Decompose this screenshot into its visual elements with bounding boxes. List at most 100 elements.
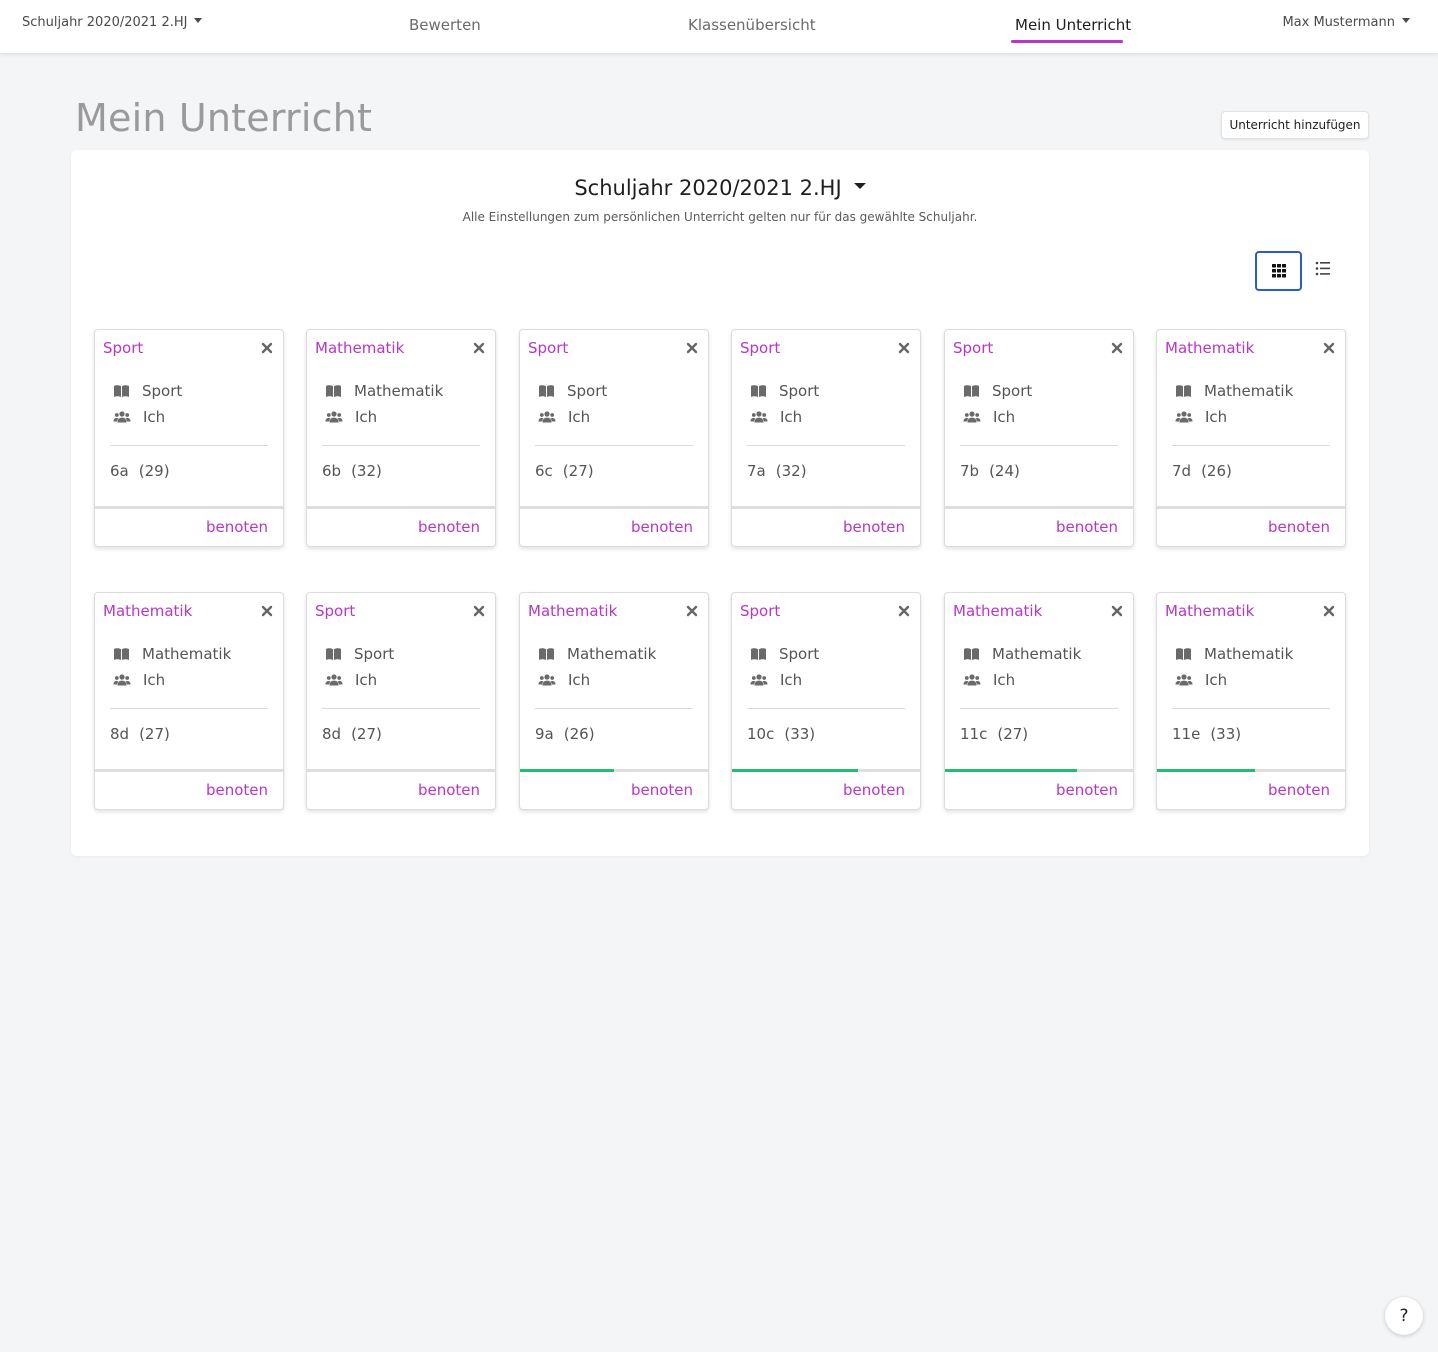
card-title[interactable]: Sport (528, 339, 568, 357)
card-teacher-row: Ich (1175, 671, 1227, 689)
remove-lesson-button[interactable] (472, 603, 486, 617)
close-icon (898, 605, 910, 617)
card-student-count: (27) (351, 725, 382, 743)
remove-lesson-button[interactable] (1110, 340, 1124, 354)
card-teacher-row: Ich (538, 408, 590, 426)
card-class-info: 11e (33) (1172, 725, 1241, 743)
card-title[interactable]: Sport (740, 602, 780, 620)
card-subject: Sport (779, 382, 820, 400)
lesson-card: Sport Sport Ich 7a (32) benoten (731, 329, 921, 547)
card-class: 7b (960, 462, 980, 480)
card-divider (322, 708, 480, 709)
card-subject: Mathematik (1204, 645, 1294, 663)
nav-link-mein-unterricht[interactable]: Mein Unterricht (1015, 16, 1131, 34)
book-icon (539, 648, 554, 660)
card-divider (1172, 445, 1330, 446)
card-progress-bar (732, 769, 920, 772)
card-student-count: (33) (784, 725, 816, 743)
grade-link[interactable]: benoten (631, 781, 693, 799)
grade-link[interactable]: benoten (1268, 518, 1330, 536)
card-student-count: (27) (139, 725, 170, 743)
nav-link-bewerten[interactable]: Bewerten (409, 16, 481, 34)
card-title[interactable]: Sport (103, 339, 143, 357)
card-title[interactable]: Mathematik (953, 602, 1042, 620)
grid-view-button[interactable] (1255, 251, 1302, 291)
card-teacher: Ich (143, 671, 166, 689)
card-divider (960, 445, 1118, 446)
add-lesson-button[interactable]: Unterricht hinzufügen (1221, 111, 1369, 139)
grade-link[interactable]: benoten (843, 518, 905, 536)
card-teacher-row: Ich (113, 408, 165, 426)
lesson-card: Mathematik Mathematik Ich 9a (26) benoten (519, 592, 709, 810)
grade-link[interactable]: benoten (843, 781, 905, 799)
card-title[interactable]: Mathematik (315, 339, 404, 357)
grade-link[interactable]: benoten (418, 518, 480, 536)
grade-link[interactable]: benoten (418, 781, 480, 799)
remove-lesson-button[interactable] (897, 340, 911, 354)
list-view-button[interactable] (1311, 251, 1335, 287)
card-divider (110, 445, 268, 446)
close-icon (261, 342, 273, 354)
close-icon (1111, 342, 1123, 354)
card-subject: Mathematik (354, 382, 444, 400)
grade-link[interactable]: benoten (1056, 518, 1118, 536)
school-year-dropdown[interactable]: Schuljahr 2020/2021 2.HJ (22, 15, 203, 30)
remove-lesson-button[interactable] (1322, 603, 1336, 617)
users-icon (538, 674, 556, 686)
users-icon (1175, 674, 1193, 686)
help-button[interactable]: ? (1385, 1297, 1423, 1335)
remove-lesson-button[interactable] (260, 603, 274, 617)
remove-lesson-button[interactable] (1322, 340, 1336, 354)
card-teacher: Ich (1205, 408, 1228, 426)
grade-link[interactable]: benoten (631, 518, 693, 536)
card-progress-fill (732, 769, 858, 772)
card-subject-row: Sport (538, 382, 607, 400)
card-title[interactable]: Mathematik (1165, 602, 1254, 620)
remove-lesson-button[interactable] (685, 340, 699, 354)
card-student-count: (24) (989, 462, 1020, 480)
card-divider (322, 445, 480, 446)
card-title[interactable]: Sport (315, 602, 355, 620)
remove-lesson-button[interactable] (897, 603, 911, 617)
card-teacher-row: Ich (963, 408, 1015, 426)
remove-lesson-button[interactable] (685, 603, 699, 617)
card-title[interactable]: Sport (953, 339, 993, 357)
remove-lesson-button[interactable] (260, 340, 274, 354)
user-menu[interactable]: Max Mustermann (1282, 15, 1410, 30)
list-icon (1315, 261, 1330, 276)
close-icon (1323, 342, 1335, 354)
card-title[interactable]: Sport (740, 339, 780, 357)
grade-link[interactable]: benoten (1268, 781, 1330, 799)
close-icon (261, 605, 273, 617)
nav-link-klassenuebersicht[interactable]: Klassenübersicht (688, 16, 816, 34)
close-icon (686, 605, 698, 617)
card-teacher-row: Ich (750, 408, 802, 426)
close-icon (473, 605, 485, 617)
card-title[interactable]: Mathematik (528, 602, 617, 620)
remove-lesson-button[interactable] (472, 340, 486, 354)
card-progress-bar (945, 769, 1133, 772)
card-progress-fill (1157, 769, 1255, 772)
book-icon (1176, 385, 1191, 397)
grade-link[interactable]: benoten (206, 781, 268, 799)
card-teacher: Ich (993, 408, 1016, 426)
card-class-info: 7b (24) (960, 462, 1020, 480)
remove-lesson-button[interactable] (1110, 603, 1124, 617)
card-subject: Sport (567, 382, 608, 400)
grade-link[interactable]: benoten (1056, 781, 1118, 799)
year-select-dropdown[interactable]: Schuljahr 2020/2021 2.HJ (71, 176, 1369, 200)
year-note: Alle Einstellungen zum persönlichen Unte… (462, 210, 978, 224)
card-student-count: (29) (138, 462, 170, 480)
card-subject-row: Sport (325, 645, 394, 663)
lesson-card: Mathematik Mathematik Ich 7d (26) benoten (1156, 329, 1346, 547)
book-icon (1176, 648, 1191, 660)
book-icon (326, 648, 341, 660)
card-teacher-row: Ich (325, 671, 377, 689)
card-title[interactable]: Mathematik (1165, 339, 1254, 357)
lesson-card: Sport Sport Ich 7b (24) benoten (944, 329, 1134, 547)
card-class-info: 9a (26) (535, 725, 595, 743)
card-title[interactable]: Mathematik (103, 602, 192, 620)
grade-link[interactable]: benoten (206, 518, 268, 536)
page-title: Mein Unterricht (75, 96, 373, 140)
card-class: 11c (960, 725, 988, 743)
